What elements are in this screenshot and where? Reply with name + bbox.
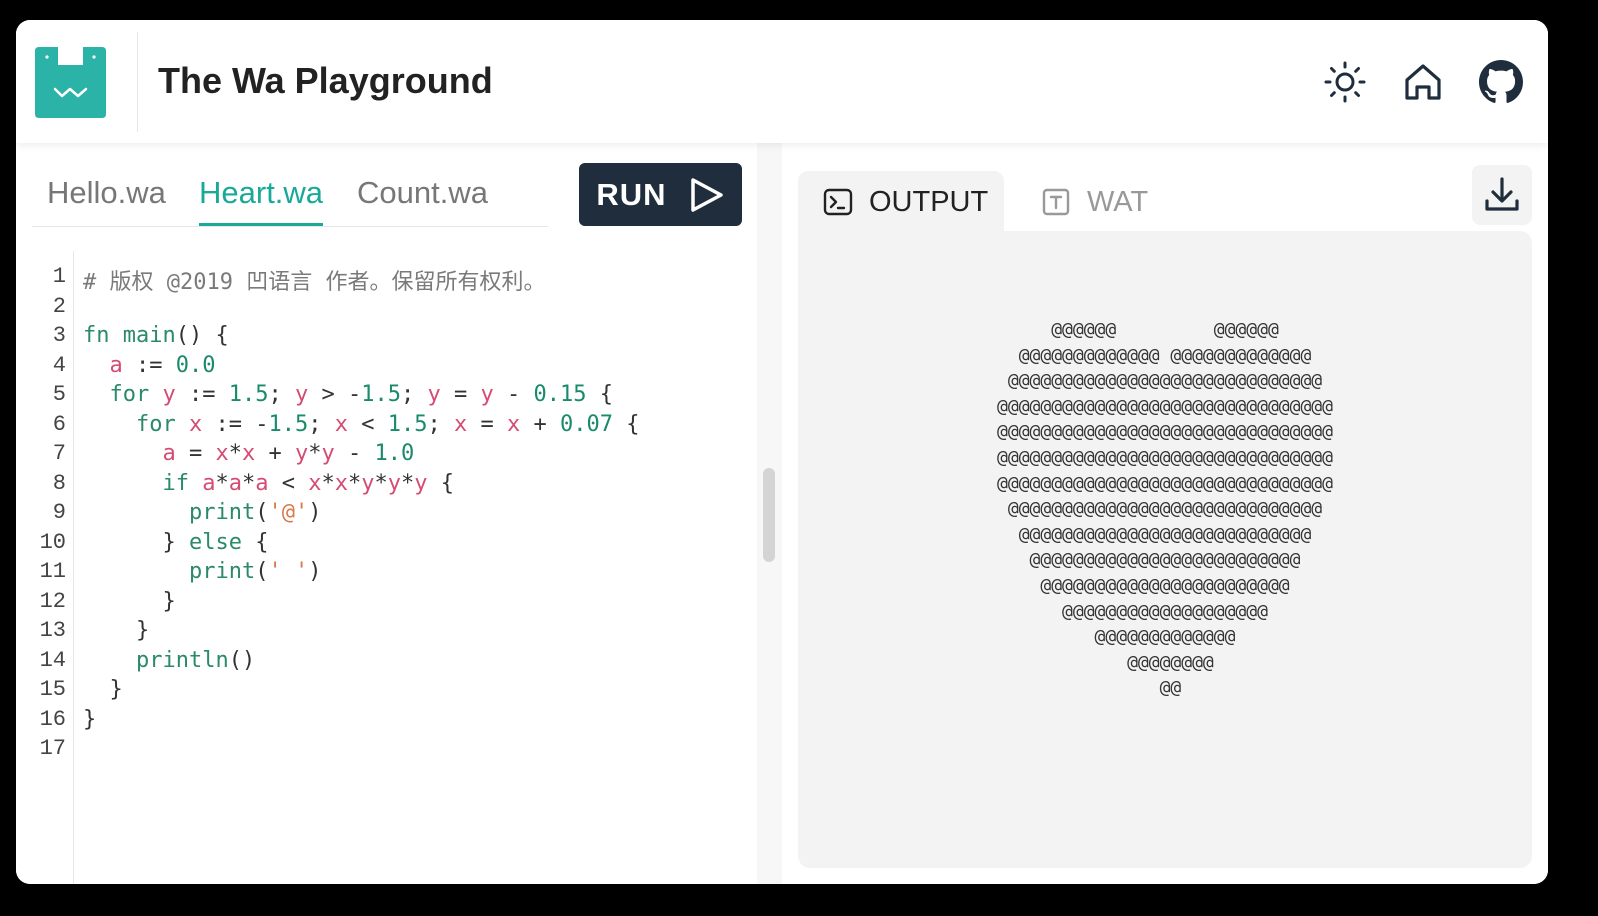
code-line[interactable]: println() — [83, 648, 255, 673]
header-divider — [137, 32, 138, 132]
text-file-icon — [1042, 188, 1070, 216]
tab-heart[interactable]: Heart.wa — [199, 175, 324, 226]
line-number: 16 — [39, 706, 66, 732]
line-number: 10 — [39, 529, 66, 555]
line-number: 15 — [39, 677, 66, 702]
output-tab-label: OUTPUT — [869, 185, 989, 218]
play-icon — [690, 177, 723, 212]
gutter-divider — [73, 251, 74, 884]
line-number: 6 — [52, 411, 66, 437]
github-icon[interactable] — [1477, 58, 1525, 106]
line-number: 7 — [52, 441, 66, 466]
download-button[interactable] — [1472, 165, 1532, 225]
home-icon[interactable] — [1399, 58, 1447, 106]
page-title: The Wa Playground — [158, 60, 493, 101]
line-number: 8 — [52, 470, 66, 496]
top-header: The Wa Playground — [16, 20, 1548, 143]
code-line[interactable]: } else { — [83, 530, 268, 555]
line-number: 4 — [52, 352, 66, 378]
line-number: 9 — [52, 500, 66, 525]
run-label: RUN — [596, 176, 667, 212]
code-line[interactable]: print(' ') — [83, 559, 321, 584]
code-line[interactable]: } — [83, 707, 96, 732]
download-icon — [1485, 177, 1519, 211]
output-tabs: OUTPUT WAT — [798, 171, 1498, 233]
code-line[interactable]: # 版权 @2019 凹语言 作者。保留所有权利。 — [83, 264, 545, 296]
code-line[interactable]: print('@') — [83, 500, 321, 525]
wat-tab-label: WAT — [1087, 185, 1149, 218]
output-panel: @@@@@@ @@@@@@ @@@@@@@@@@@@@ @@@@@@@@@@@@… — [798, 231, 1532, 868]
tab-hello[interactable]: Hello.wa — [47, 175, 166, 211]
program-output: @@@@@@ @@@@@@ @@@@@@@@@@@@@ @@@@@@@@@@@@… — [997, 319, 1333, 699]
tab-count[interactable]: Count.wa — [357, 175, 488, 211]
editor-pane: Hello.wa Heart.wa Count.wa RUN 123456789… — [16, 143, 757, 884]
app-window: The Wa Playground Hello.wa Heart.wa Coun… — [16, 20, 1548, 884]
file-tabs: Hello.wa Heart.wa Count.wa — [32, 161, 548, 227]
code-line[interactable]: a := 0.0 — [83, 353, 216, 378]
line-number: 1 — [52, 264, 66, 289]
line-number: 14 — [39, 647, 66, 673]
output-pane: OUTPUT WAT @@@@@@ @@@@@@ @@@@@@@@@@@@@ @… — [782, 143, 1548, 884]
code-line[interactable]: } — [83, 589, 175, 614]
code-editor[interactable]: 1 2 3 4 5 6 7 8 9 10 11 12 13 14 15 16 17 # 版权 @2019 凹语言… — [16, 251, 757, 884]
editor-scrollbar[interactable] — [763, 468, 775, 562]
line-number: 13 — [39, 618, 66, 643]
code-line[interactable]: if a*a*a < x*x*y*y*y { — [83, 471, 454, 496]
tab-wat[interactable]: WAT — [1041, 171, 1148, 233]
code-line[interactable]: fn main() { — [83, 323, 229, 348]
code-line[interactable]: } — [83, 677, 123, 702]
line-number: 17 — [39, 736, 66, 761]
code-line[interactable]: for y := 1.5; y > -1.5; y = y - 0.15 { — [83, 382, 613, 407]
terminal-icon — [823, 188, 853, 216]
line-number: 2 — [52, 293, 66, 319]
line-number: 5 — [52, 382, 66, 407]
code-line[interactable]: } — [83, 618, 149, 643]
run-button[interactable]: RUN — [579, 163, 742, 226]
line-number: 12 — [39, 588, 66, 614]
wa-logo-icon[interactable] — [35, 47, 106, 118]
line-number: 11 — [39, 559, 66, 584]
code-line[interactable]: a = x*x + y*y - 1.0 — [83, 441, 414, 466]
line-number: 3 — [52, 323, 66, 348]
sun-icon[interactable] — [1321, 58, 1369, 106]
code-line[interactable]: for x := -1.5; x < 1.5; x = x + 0.07 { — [83, 412, 639, 437]
tab-output[interactable]: OUTPUT — [798, 171, 1004, 233]
